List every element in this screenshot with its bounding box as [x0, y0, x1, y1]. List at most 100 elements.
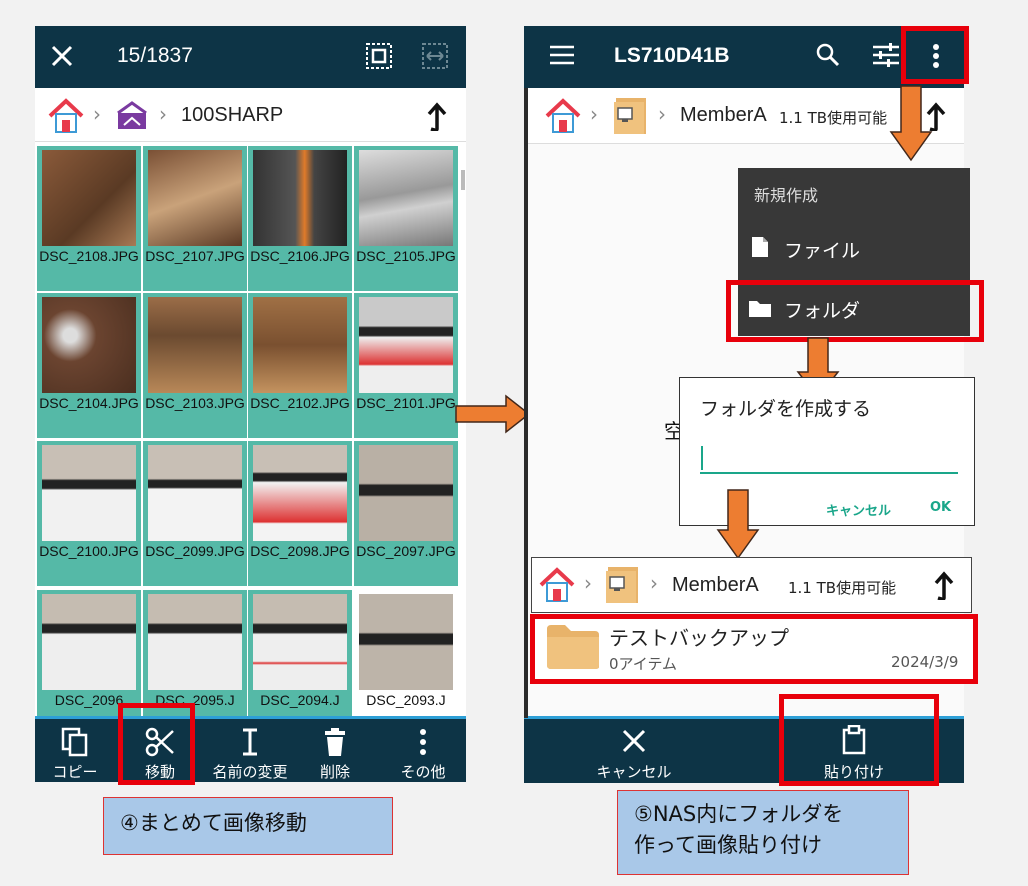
file-name: DSC_2097.JPG — [356, 543, 456, 559]
step4-text: ④まとめて画像移動 — [120, 811, 307, 835]
step5-text-line2: 作って画像貼り付け — [634, 833, 822, 857]
chevron-right-icon: › — [159, 102, 167, 126]
file-name: DSC_2094.J — [260, 692, 340, 708]
thumbnail — [148, 150, 242, 246]
file-tile[interactable]: DSC_2097.JPG — [354, 441, 458, 586]
home-icon[interactable] — [544, 97, 582, 135]
left-phone-screen: 15/1837 › › 100SHARP DSC_2108.JPG DSC_21… — [35, 26, 466, 782]
step5-note: ⑤NAS内にフォルダを 作って画像貼り付け — [617, 790, 909, 875]
thumbnail — [42, 297, 136, 393]
chevron-right-icon: › — [590, 102, 598, 126]
file-tile[interactable]: DSC_2093.J — [354, 590, 458, 735]
thumbnail — [148, 297, 242, 393]
chevron-right-icon: › — [93, 102, 101, 126]
step4-note: ④まとめて画像移動 — [103, 797, 393, 855]
dialog-cancel-button[interactable]: キャンセル — [826, 500, 891, 519]
file-name: DSC_2100.JPG — [39, 543, 139, 559]
file-grid: DSC_2108.JPG DSC_2107.JPG DSC_2106.JPG D… — [35, 144, 466, 735]
thumbnail — [253, 445, 347, 541]
trash-icon — [325, 728, 345, 756]
copy-button[interactable]: コピー — [35, 719, 115, 782]
capacity-label: 1.1 TB使用可能 — [779, 109, 888, 127]
highlight-more-button — [901, 26, 969, 84]
thumbnail — [253, 297, 347, 393]
current-folder-label: MemberA — [680, 104, 767, 126]
copy-icon — [61, 727, 88, 757]
close-icon[interactable] — [51, 45, 73, 67]
nas-folder-icon[interactable] — [612, 96, 650, 136]
storage-icon[interactable] — [115, 101, 149, 131]
file-tile[interactable]: DSC_2098.JPG — [248, 441, 352, 586]
thumbnail — [253, 594, 347, 690]
menu-item-file-label: ファイル — [784, 240, 861, 262]
scrollbar[interactable] — [461, 170, 465, 190]
search-icon[interactable] — [816, 43, 840, 67]
thumbnail — [148, 594, 242, 690]
result-folder-label: MemberA — [672, 574, 759, 596]
chevron-right-icon: › — [658, 102, 666, 126]
nas-folder-icon[interactable] — [604, 565, 642, 605]
file-tile[interactable]: DSC_2103.JPG — [143, 293, 247, 438]
device-title: LS710D41B — [614, 44, 730, 67]
file-tile[interactable]: DSC_2101.JPG — [354, 293, 458, 438]
file-tile[interactable]: DSC_2100.JPG — [37, 441, 141, 586]
rename-button[interactable]: 名前の変更 — [200, 719, 300, 782]
thumbnail — [359, 594, 453, 690]
file-tile[interactable]: DSC_2104.JPG — [37, 293, 141, 438]
file-tile[interactable]: DSC_2107.JPG — [143, 146, 247, 291]
folder-name-input[interactable] — [700, 444, 958, 474]
right-app-bar: LS710D41B — [524, 26, 964, 88]
more-vertical-icon — [420, 729, 426, 755]
left-action-bar: コピー 移動 名前の変更 削除 その他 — [35, 716, 466, 782]
chevron-right-icon: › — [584, 571, 592, 595]
close-icon — [622, 729, 646, 753]
highlight-folder-item — [726, 280, 984, 342]
file-tile[interactable]: DSC_2105.JPG — [354, 146, 458, 291]
file-tile[interactable]: DSC_2106.JPG — [248, 146, 352, 291]
copy-label: コピー — [52, 763, 98, 781]
highlight-move-button — [118, 703, 195, 785]
thumbnail — [42, 594, 136, 690]
more-label: その他 — [400, 763, 446, 781]
file-tile[interactable]: DSC_2108.JPG — [37, 146, 141, 291]
result-capacity-label: 1.1 TB使用可能 — [788, 579, 897, 597]
file-name: DSC_2108.JPG — [39, 248, 139, 264]
file-name: DSC_2103.JPG — [145, 395, 245, 411]
filter-icon[interactable] — [873, 43, 899, 67]
file-name: DSC_2107.JPG — [145, 248, 245, 264]
up-directory-icon[interactable] — [423, 101, 447, 131]
file-name: DSC_2101.JPG — [356, 395, 456, 411]
highlight-paste-button — [779, 694, 939, 786]
file-tile[interactable]: DSC_2102.JPG — [248, 293, 352, 438]
home-icon[interactable] — [47, 97, 85, 135]
left-app-bar: 15/1837 — [35, 26, 466, 88]
menu-icon[interactable] — [550, 45, 574, 65]
text-caret — [701, 446, 703, 470]
select-range-icon[interactable] — [421, 42, 449, 70]
arrow-right-icon — [455, 394, 531, 434]
file-name: DSC_2104.JPG — [39, 395, 139, 411]
home-icon[interactable] — [538, 566, 576, 604]
file-name: DSC_2098.JPG — [250, 543, 350, 559]
result-breadcrumb: › › MemberA 1.1 TB使用可能 — [531, 557, 972, 613]
dialog-ok-button[interactable]: OK — [930, 500, 951, 515]
dialog-title: フォルダを作成する — [700, 398, 872, 420]
more-button[interactable]: その他 — [380, 719, 466, 782]
file-icon — [752, 237, 768, 257]
up-directory-icon[interactable] — [930, 570, 954, 600]
thumbnail — [42, 150, 136, 246]
text-cursor-icon — [243, 728, 257, 756]
current-folder-label: 100SHARP — [181, 104, 284, 126]
file-tile[interactable]: DSC_2094.J — [248, 590, 352, 735]
select-all-icon[interactable] — [365, 42, 393, 70]
left-breadcrumb: › › 100SHARP — [35, 88, 466, 142]
cancel-button[interactable]: キャンセル — [564, 719, 704, 782]
selection-counter: 15/1837 — [117, 44, 193, 67]
thumbnail — [42, 445, 136, 541]
arrow-down-icon — [716, 489, 760, 560]
file-tile[interactable]: DSC_2099.JPG — [143, 441, 247, 586]
menu-header: 新規作成 — [754, 186, 819, 205]
delete-button[interactable]: 削除 — [300, 719, 370, 782]
menu-item-file[interactable]: ファイル — [738, 226, 970, 270]
cancel-label: キャンセル — [596, 763, 672, 781]
